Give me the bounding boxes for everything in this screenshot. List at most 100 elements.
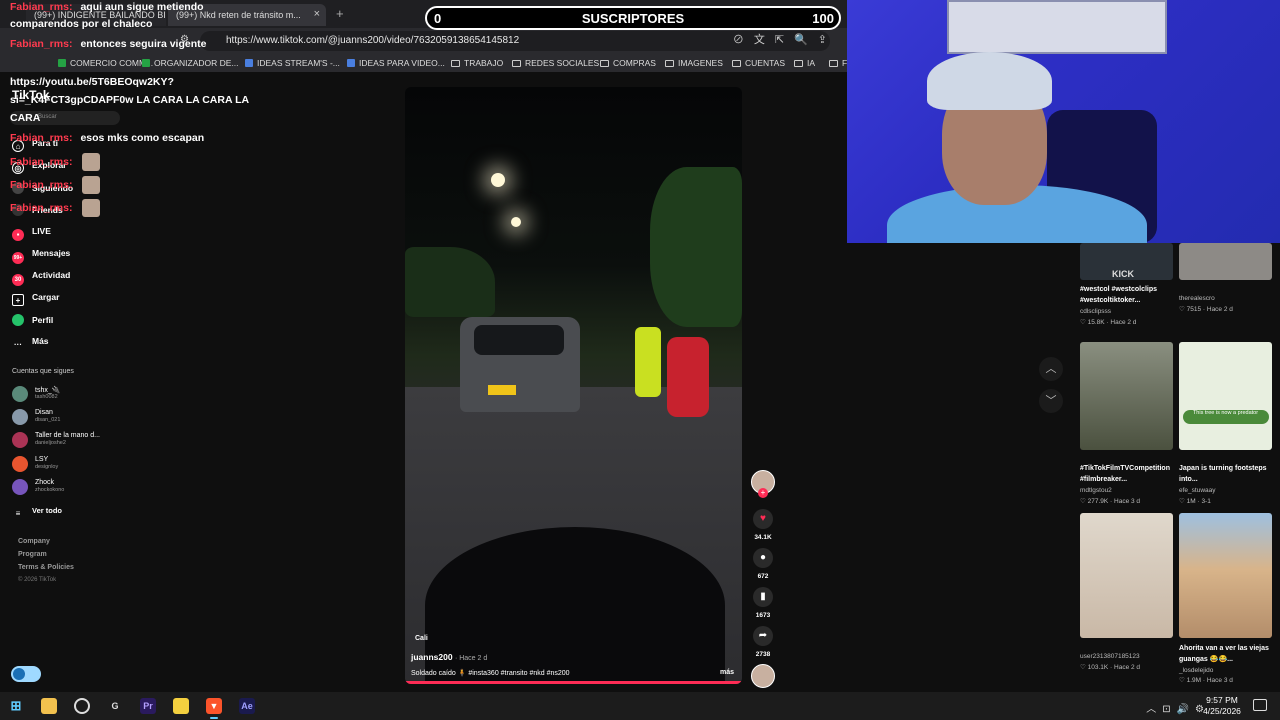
avatar — [12, 432, 28, 448]
message-icon: 99+ — [12, 252, 24, 264]
bookmark-folder[interactable]: IA — [794, 58, 815, 68]
explorer-icon[interactable] — [41, 698, 57, 714]
chat-message: si=_K4FCT3gpCDAPF0w LA CARA LA CARA LA — [10, 94, 250, 106]
profile-icon — [12, 314, 24, 326]
video-rider — [667, 337, 709, 417]
notes-icon[interactable] — [173, 698, 189, 714]
bookmark-folder[interactable]: TRABAJO — [451, 58, 503, 68]
copyright: © 2026 TikTok — [18, 577, 57, 583]
bookmark[interactable]: COMERCIO COMM... — [58, 58, 153, 68]
sheet-icon — [58, 59, 66, 67]
bookmark[interactable]: IDEAS STREAM'S -... — [245, 58, 340, 68]
doc-icon — [347, 59, 355, 67]
nav-actividad[interactable]: 30 Actividad — [12, 270, 70, 286]
clock[interactable]: 9:57 PM 4/25/2026 — [1196, 695, 1248, 717]
video-caption: Soldado caído 🧍 #insta360 #transito #nkd… — [411, 670, 570, 677]
footer-link[interactable]: Program — [18, 551, 47, 558]
chat-emote — [82, 176, 100, 194]
subscriber-start: 0 — [434, 11, 442, 26]
folder-icon — [512, 60, 521, 67]
avatar — [12, 386, 28, 402]
see-all-link[interactable]: ≡ Ver todo — [12, 506, 62, 520]
bookmark-folder[interactable]: COMPRAS — [600, 58, 656, 68]
video-location[interactable]: Cali — [415, 635, 428, 642]
bookmark-icon[interactable]: ▮ — [753, 587, 773, 607]
screen: (99+) INDIGENTE BAILANDO BILDE... (99+) … — [0, 0, 1280, 720]
nav-cargar[interactable]: + Cargar — [12, 292, 59, 306]
video-tree — [650, 167, 742, 327]
bookmarks-bar: COMERCIO COMM... ORGANIZADOR DE... IDEAS… — [0, 54, 847, 72]
subscriber-goal: 100 — [812, 11, 834, 26]
street-lamp — [511, 217, 521, 227]
chat-emote — [82, 153, 100, 171]
doc-icon — [245, 59, 253, 67]
chat-message: https://youtu.be/5T6BEOqw2KY? — [10, 76, 174, 88]
bookmark-folder[interactable]: CUENTAS — [732, 58, 785, 68]
like-icon[interactable]: ♥ — [753, 509, 773, 529]
chevron-down-icon[interactable]: ﹀ — [1039, 389, 1063, 413]
comment-icon[interactable]: ● — [753, 548, 773, 568]
obs-icon[interactable] — [74, 698, 90, 714]
street-lamp — [491, 173, 505, 187]
chat-emote — [82, 199, 100, 217]
video-thumbnail: This tree is now a predator — [1179, 342, 1272, 450]
nav-live[interactable]: ▪ LIVE — [12, 226, 51, 241]
chat-message: Fabian_rms: — [10, 156, 73, 168]
address-bar-icons[interactable]: ⊘文⇱🔍⇪ — [733, 31, 837, 47]
url-text: https://www.tiktok.com/@juanns200/video/… — [226, 35, 520, 46]
save-count: 1673 — [755, 612, 771, 619]
video-tree — [405, 247, 495, 317]
footer-link[interactable]: Company — [18, 538, 50, 545]
video-officer — [635, 327, 661, 397]
share-icon[interactable]: ➦ — [753, 626, 773, 646]
comment-count: 672 — [757, 573, 769, 580]
theme-toggle[interactable] — [11, 666, 41, 682]
avatar — [12, 456, 28, 472]
nav-perfil[interactable]: Perfil — [12, 314, 53, 326]
sound-avatar[interactable] — [751, 664, 775, 688]
chat-message: Fabian_rms: entonces seguira vigente — [10, 38, 207, 50]
bookmark[interactable]: ORGANIZADOR DE... — [142, 58, 239, 68]
streamer-cap — [927, 52, 1052, 110]
like-count: 34.1K — [754, 534, 772, 541]
chat-message: Fabian_rms: — [10, 179, 73, 191]
folder-icon — [794, 60, 803, 67]
video-progress[interactable] — [405, 681, 742, 684]
video-thumbnail — [1080, 342, 1173, 450]
brave-icon[interactable]: ▼ — [206, 698, 222, 714]
following-section-title: Cuentas que sigues — [12, 368, 74, 375]
share-count: 2738 — [755, 651, 771, 658]
follow-button[interactable]: + — [758, 488, 768, 498]
folder-icon — [451, 60, 460, 67]
chat-message: Fabian_rms: aqui aun sigue metiendo — [10, 1, 204, 13]
folder-icon — [600, 60, 609, 67]
bookmark-folder[interactable]: F — [829, 58, 847, 68]
video-author[interactable]: juanns200 · Hace 2 d — [411, 652, 487, 662]
premiere-icon[interactable]: Pr — [140, 698, 156, 714]
active-indicator — [210, 717, 218, 719]
notification-icon[interactable] — [1253, 699, 1267, 711]
new-tab-button[interactable]: + — [336, 6, 344, 21]
folder-icon — [732, 60, 741, 67]
avatar — [12, 409, 28, 425]
upload-icon: + — [12, 294, 24, 306]
bookmark-folder[interactable]: REDES SOCIALES — [512, 58, 599, 68]
folder-icon — [829, 60, 838, 67]
close-icon[interactable]: × — [314, 8, 320, 20]
video-thumbnail — [1179, 513, 1272, 638]
start-icon[interactable]: ⊞ — [8, 698, 24, 714]
app-icon[interactable]: G — [107, 698, 123, 714]
caption-more-link[interactable]: más — [720, 669, 734, 676]
video-player[interactable]: Cali juanns200 · Hace 2 d Soldado caído … — [405, 87, 742, 684]
chevron-up-icon[interactable]: ︿ — [1039, 357, 1063, 381]
list-icon: ≡ — [15, 509, 21, 518]
bookmark-folder[interactable]: IMAGENES — [665, 58, 723, 68]
footer-link[interactable]: Terms & Policies — [18, 564, 74, 571]
bookmark[interactable]: IDEAS PARA VIDEO... — [347, 58, 445, 68]
live-icon: ▪ — [12, 229, 24, 241]
aftereffects-icon[interactable]: Ae — [239, 698, 255, 714]
subscriber-title: SUSCRIPTORES — [581, 11, 685, 26]
nav-mas[interactable]: ··· Más — [12, 336, 49, 351]
chat-message: CARA — [10, 112, 41, 124]
nav-mensajes[interactable]: 99+ Mensajes — [12, 248, 70, 264]
